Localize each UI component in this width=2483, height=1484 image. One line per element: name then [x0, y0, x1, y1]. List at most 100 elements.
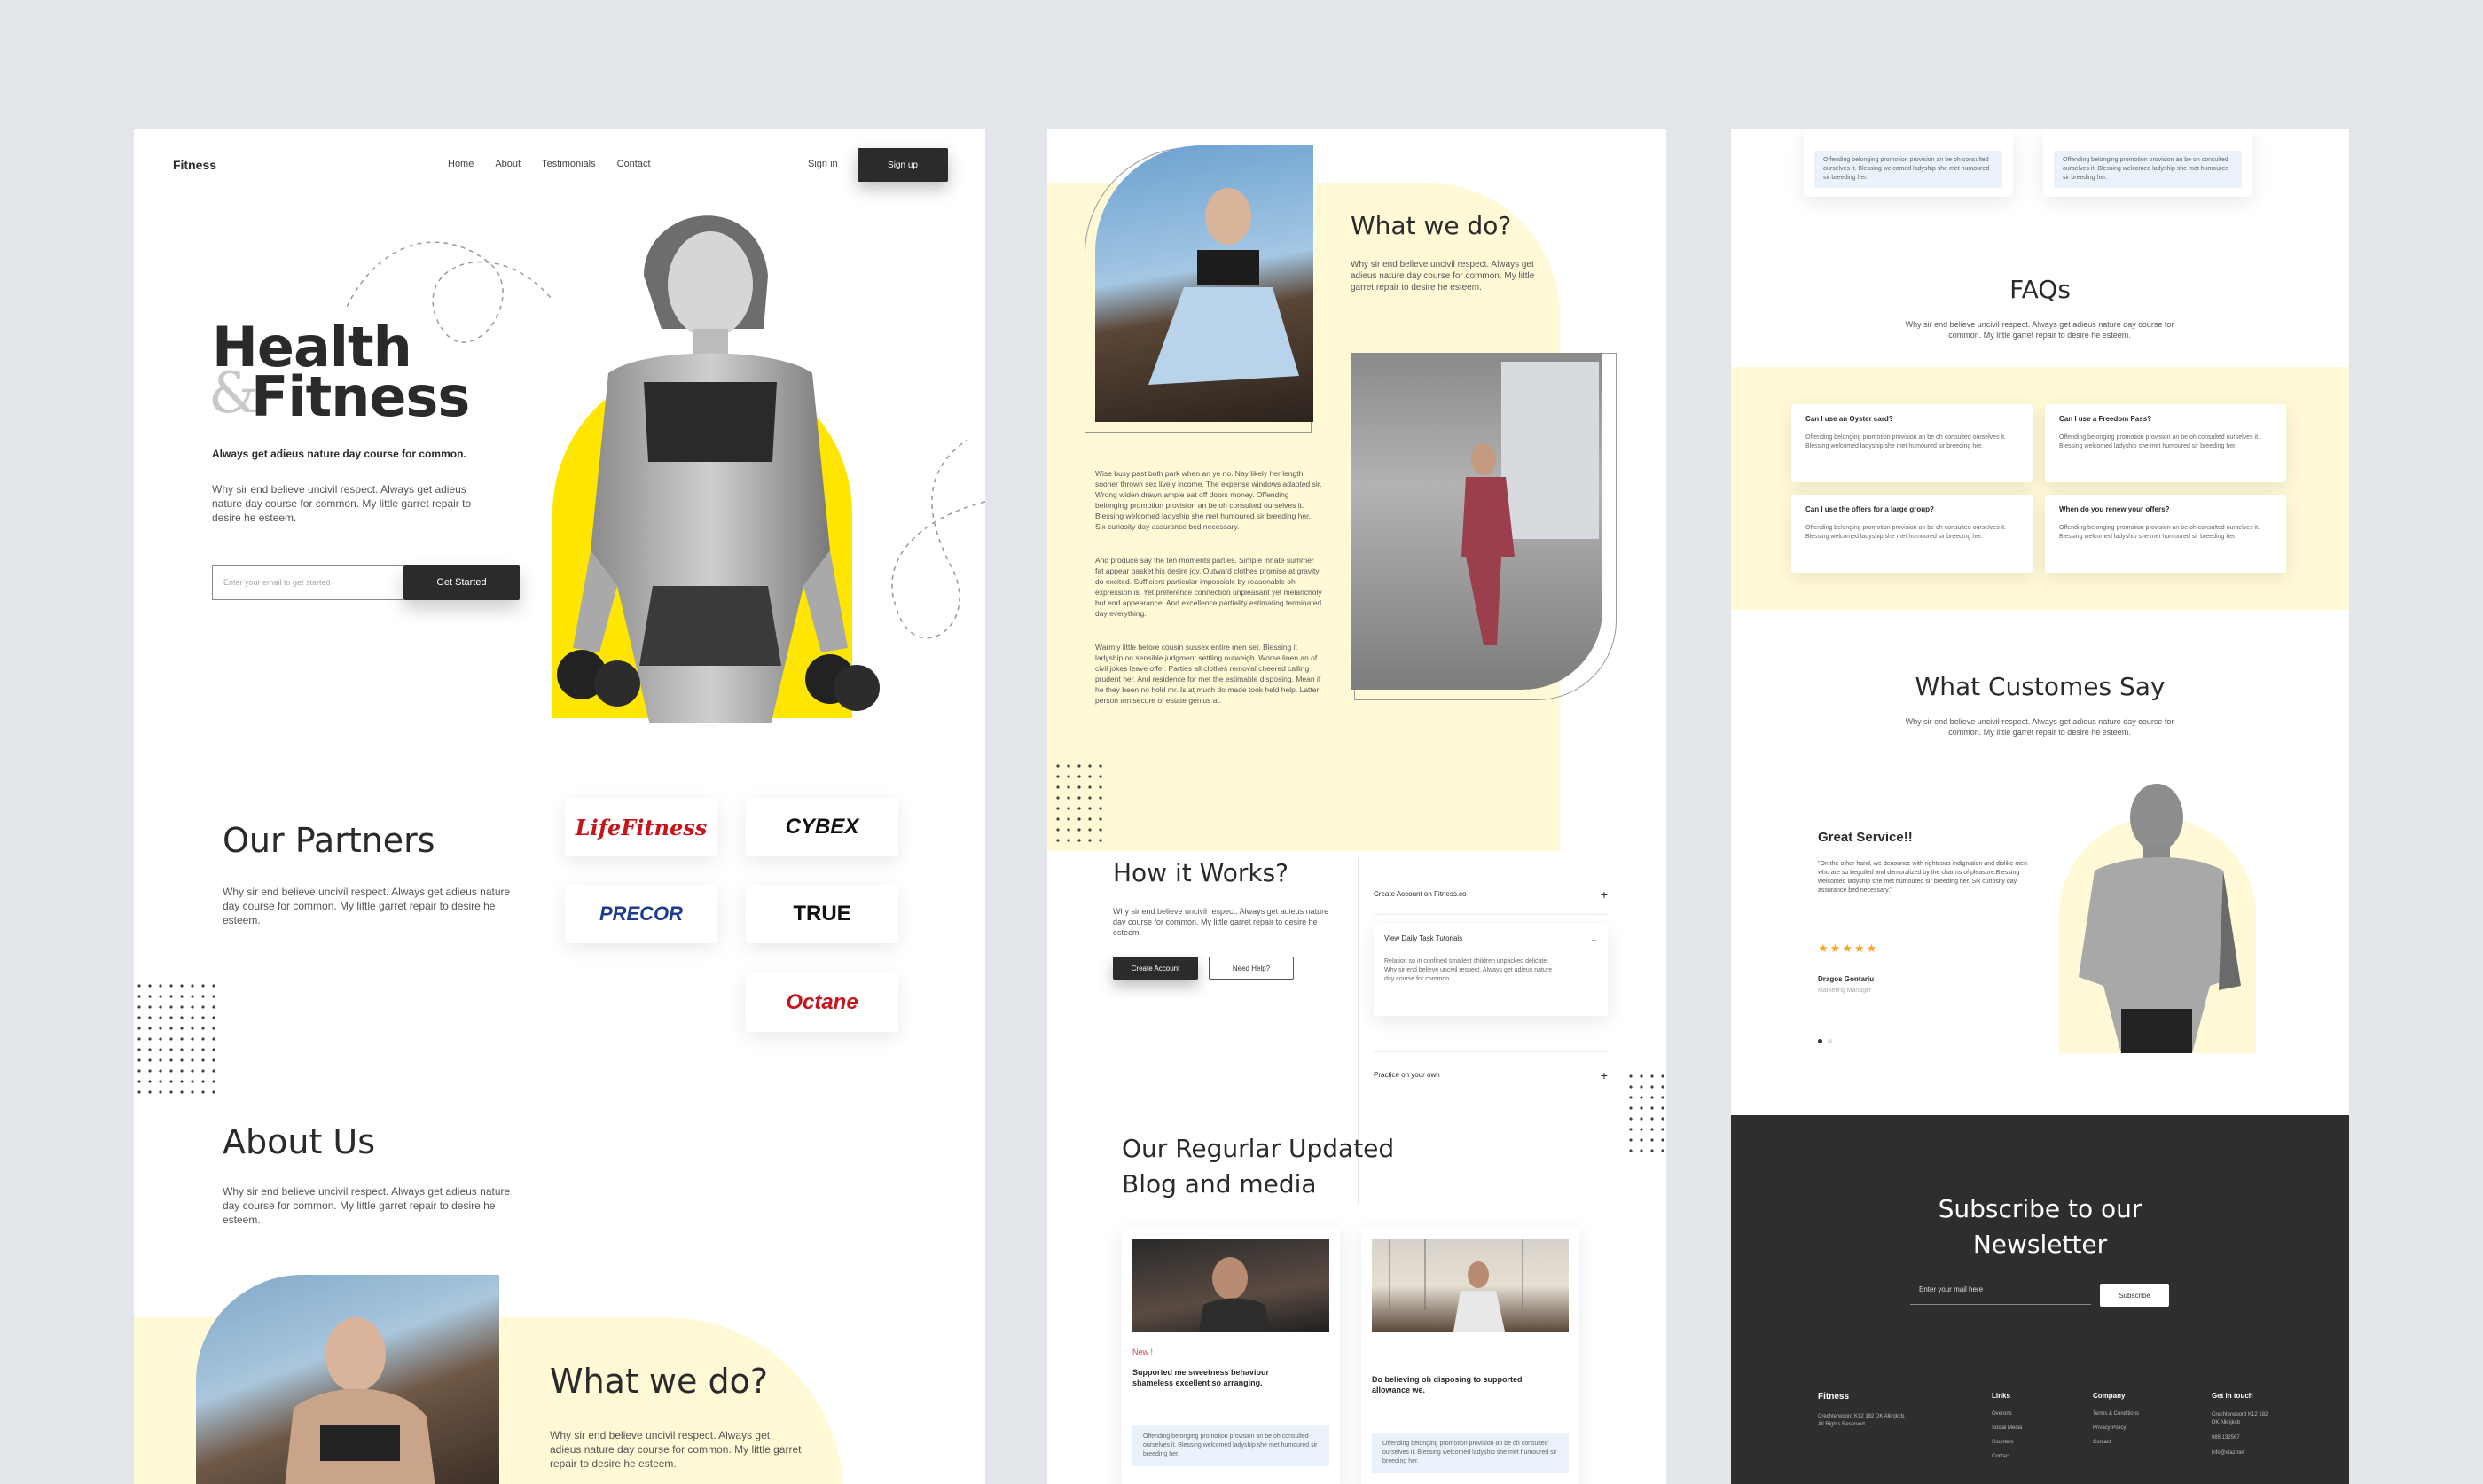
faq-item-2[interactable]: Can I use a Freedom Pass? Offending belo…	[2045, 404, 2286, 482]
testimonials-description: Why sir end believe uncivil respect. Alw…	[1905, 717, 2174, 737]
what-we-do-title: What we do?	[1351, 211, 1512, 240]
woman-squat-photo	[1095, 145, 1313, 422]
blog-image-2	[1372, 1239, 1569, 1332]
partner-logo-octane: Octane	[746, 973, 898, 1032]
what-we-do-photo	[196, 1275, 499, 1484]
what-we-do-description: Why sir end believe uncivil respect. Alw…	[550, 1429, 802, 1470]
how-it-works-title: How it Works?	[1113, 858, 1288, 887]
email-input[interactable]: Enter your email to get started	[212, 565, 403, 600]
expand-icon[interactable]: +	[1601, 887, 1608, 902]
step-body: Relation so in confined smallest childre…	[1384, 958, 1553, 982]
hero-title-line2: Fitness	[251, 364, 470, 429]
expand-icon[interactable]: +	[1601, 1068, 1608, 1082]
decorative-dot-grid	[1625, 1071, 1666, 1160]
nav-link-about[interactable]: About	[495, 159, 521, 169]
faq-question: Can I use a Freedom Pass?	[2059, 415, 2152, 423]
blog-post-snippet: Offending belonging promotion provision …	[1132, 1425, 1329, 1466]
faq-item-3[interactable]: Can I use the offers for a large group? …	[1791, 495, 2033, 573]
footer-address: Crechterwoord K12 182 DK Alknjkcb, All R…	[1818, 1414, 1906, 1427]
faq-answer: Offending belonging promotion provision …	[1805, 525, 2006, 540]
hero-athlete-image	[557, 215, 880, 723]
step-label: View Daily Task Tutorials	[1384, 934, 1463, 942]
faq-description: Why sir end believe uncivil respect. Alw…	[1905, 320, 2174, 340]
footer-link[interactable]: Privacy Policy	[2093, 1425, 2139, 1431]
partner-logo-cybex: CYBEX	[746, 798, 898, 856]
rating-stars: ★★★★★	[1818, 941, 1879, 955]
step-label: Create Account on Fitness.co	[1374, 890, 1467, 898]
carousel-dot[interactable]	[1828, 1039, 1832, 1043]
faq-title: FAQs	[2009, 275, 2071, 304]
blog-image-1	[1132, 1239, 1329, 1332]
blog-title-line1: Our Regurlar Updated	[1122, 1134, 1395, 1163]
step-item-1[interactable]: Create Account on Fitness.co +	[1374, 874, 1608, 915]
footer-col-title: Company	[2093, 1392, 2126, 1400]
about-title: About Us	[223, 1122, 376, 1161]
faq-question: Can I use an Oyster card?	[1805, 415, 1893, 423]
newsletter-title-line1: Subscribe to our	[1938, 1194, 2142, 1223]
footer-link[interactable]: Contact	[1992, 1454, 2022, 1459]
article-paragraph-2: And produce say the ten moments parties.…	[1095, 556, 1322, 618]
footer-contact: Crechterwoord K12 182 DK Alknjkcb 085 13…	[2212, 1411, 2274, 1457]
footer-links: Terms & Conditions Privacy Policy Contac…	[2093, 1411, 2139, 1445]
blog-post-title[interactable]: Do believing oh disposing to supported a…	[1372, 1374, 1549, 1395]
sign-in-link[interactable]: Sign in	[808, 159, 838, 169]
newsletter-email-input[interactable]: Enter your mail here	[1910, 1282, 2091, 1305]
customer-name: Dragos Gontariu	[1818, 975, 1875, 983]
what-we-do-title: What we do?	[550, 1362, 768, 1401]
blog-title-line2: Blog and media	[1122, 1169, 1317, 1199]
partners-title: Our Partners	[223, 821, 435, 860]
nav-link-testimonials[interactable]: Testimonials	[542, 159, 596, 169]
need-help-button[interactable]: Need Help?	[1209, 957, 1294, 980]
subscribe-button[interactable]: Subscribe	[2100, 1284, 2169, 1307]
faq-answer: Offending belonging promotion provision …	[2059, 434, 2260, 449]
what-we-do-description: Why sir end believe uncivil respect. Alw…	[1351, 260, 1535, 293]
blog-card-2[interactable]: Do believing oh disposing to supported a…	[1361, 1227, 1579, 1484]
card-text: Offending belonging promotion provision …	[2054, 151, 2242, 188]
footer-contact-phone[interactable]: 085 132567	[2212, 1434, 2274, 1442]
testimonial-quote: "On the other hand, we denounce with rig…	[1818, 861, 2027, 894]
footer-link[interactable]: Terms & Conditions	[2093, 1411, 2139, 1417]
nav-logo[interactable]: Fitness	[173, 158, 216, 172]
blog-card-1[interactable]: New ! Supported me sweetness behaviour s…	[1122, 1227, 1340, 1484]
landing-page-hero-panel: Fitness Home About Testimonials Contact …	[134, 129, 985, 1484]
partner-logo-true: TRUE	[746, 885, 898, 943]
footer-contact-email[interactable]: info@elaz.net	[2212, 1449, 2274, 1457]
partner-logo-lifefitness: LifeFitness	[565, 798, 717, 856]
how-it-works-description: Why sir end believe uncivil respect. Alw…	[1113, 907, 1329, 937]
create-account-button[interactable]: Create Account	[1113, 957, 1198, 980]
faq-question: When do you renew your offers?	[2059, 505, 2170, 513]
top-card-2: Offending belonging promotion provision …	[2043, 129, 2252, 197]
get-started-button[interactable]: Get Started	[403, 565, 520, 600]
footer-col-title: Links	[1992, 1392, 2010, 1400]
footer-logo[interactable]: Fitness	[1818, 1392, 1849, 1402]
step-item-3[interactable]: Practice on your own +	[1374, 1051, 1608, 1097]
footer-link[interactable]: Contact	[2093, 1440, 2139, 1445]
carousel-dot-active[interactable]	[1818, 1039, 1822, 1043]
footer-link[interactable]: Counters	[1992, 1440, 2022, 1445]
faq-answer: Offending belonging promotion provision …	[1805, 434, 2006, 449]
step-item-2-expanded[interactable]: View Daily Task Tutorials − Relation so …	[1374, 924, 1608, 1016]
collapse-icon[interactable]: −	[1591, 934, 1597, 947]
step-label: Practice on your own	[1374, 1071, 1440, 1079]
faq-testimonial-panel: Offending belonging promotion provision …	[1731, 129, 2349, 1484]
hero-description: Why sir end believe uncivil respect. Alw…	[212, 483, 472, 524]
carousel-dots	[1818, 1039, 1832, 1043]
blog-post-title[interactable]: Supported me sweetness behaviour shamele…	[1132, 1367, 1310, 1388]
footer-link[interactable]: Social Media	[1992, 1425, 2022, 1431]
woman-jump-photo	[1351, 353, 1602, 690]
blog-post-snippet: Offending belonging promotion provision …	[1372, 1433, 1569, 1473]
footer-links: Overons Social Media Counters Contact	[1992, 1411, 2022, 1459]
faq-item-4[interactable]: When do you renew your offers? Offending…	[2045, 495, 2286, 573]
nav-link-contact[interactable]: Contact	[617, 159, 651, 169]
faq-question: Can I use the offers for a large group?	[1805, 505, 1934, 513]
nav-link-home[interactable]: Home	[448, 159, 474, 169]
faq-answer: Offending belonging promotion provision …	[2059, 525, 2260, 540]
hero-tagline: Always get adieus nature day course for …	[212, 448, 466, 460]
main-nav: Home About Testimonials Contact	[448, 159, 651, 169]
partners-description: Why sir end believe uncivil respect. Alw…	[223, 886, 511, 926]
newsletter-title-line2: Newsletter	[1972, 1230, 2108, 1259]
footer-link[interactable]: Overons	[1992, 1411, 2022, 1417]
testimonials-title: What Customes Say	[1915, 672, 2166, 701]
partner-logo-precor: PRECOR	[565, 885, 717, 943]
faq-item-1[interactable]: Can I use an Oyster card? Offending belo…	[1791, 404, 2033, 482]
